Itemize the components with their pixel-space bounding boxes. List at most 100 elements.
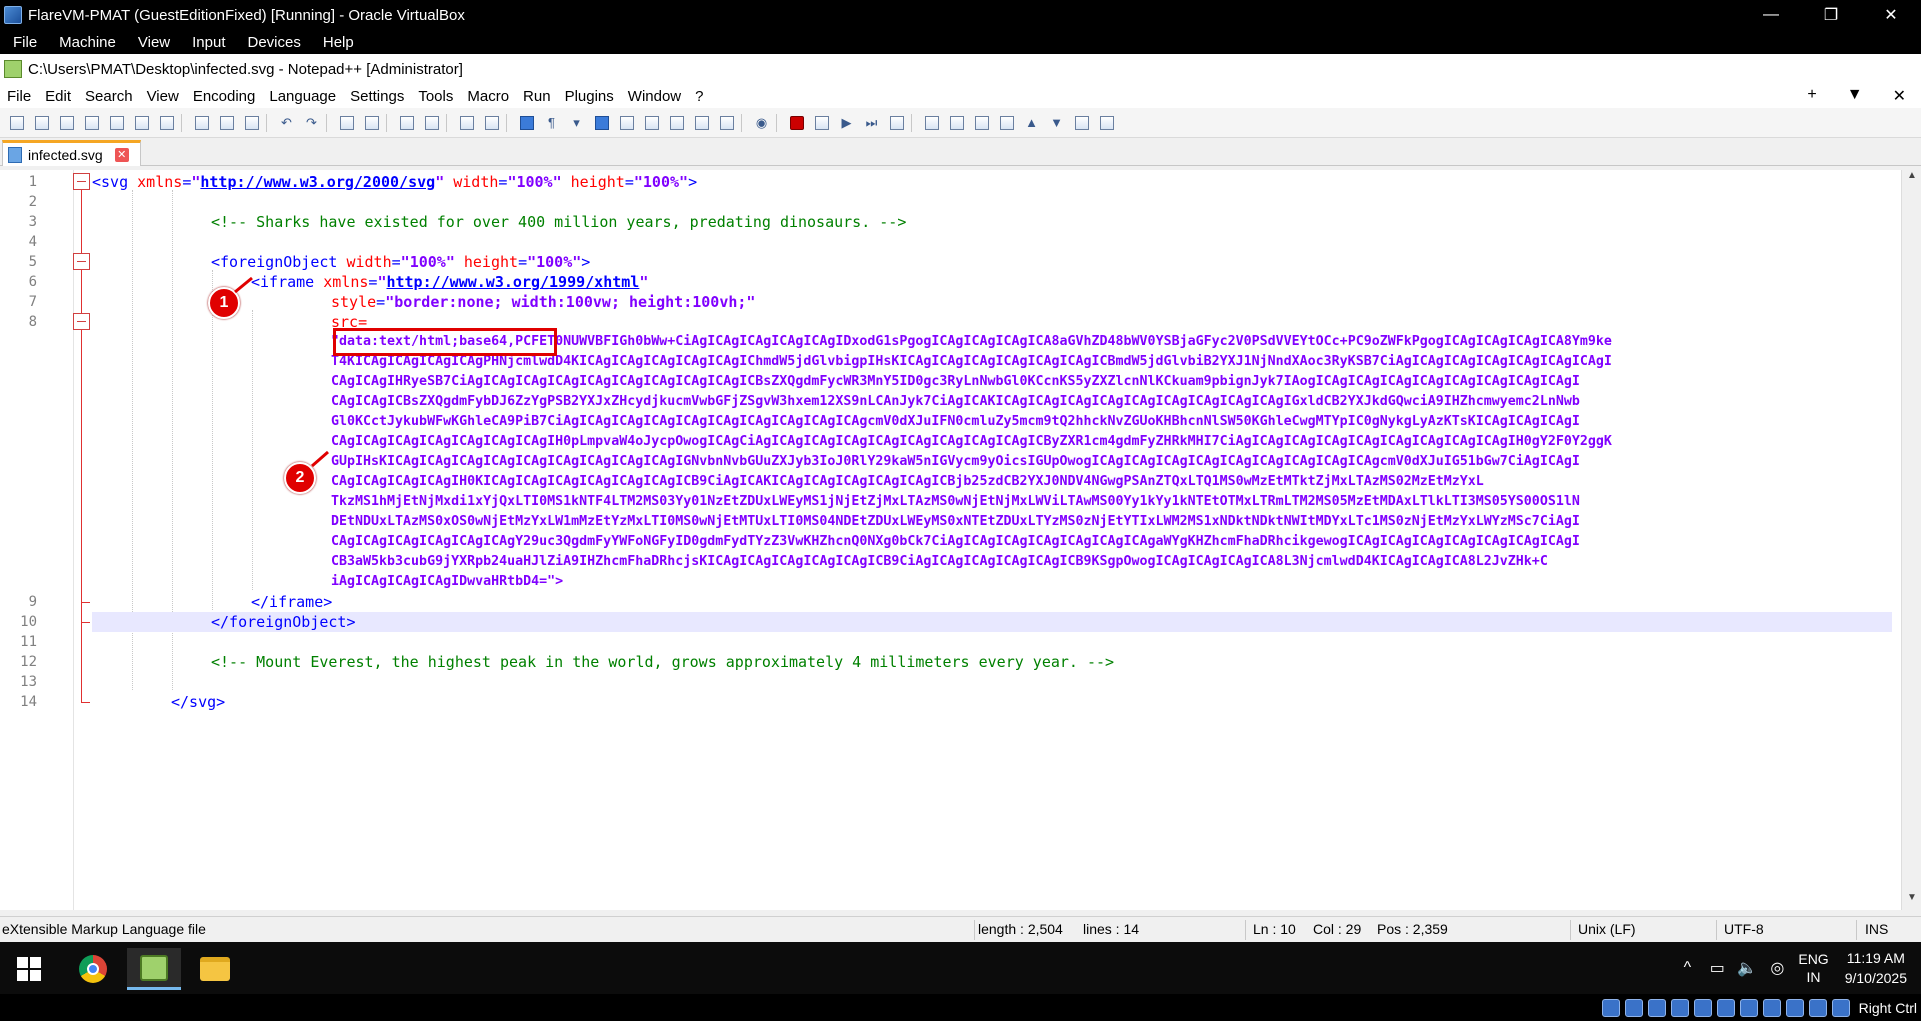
restore-icon[interactable]: ❐ [1801,0,1861,30]
arrow-down-icon[interactable]: ▼ [1046,113,1067,133]
tab-close-icon[interactable]: ✕ [114,147,129,162]
zoom-in-icon[interactable] [396,113,417,133]
arrow-up-icon[interactable]: ▲ [1021,113,1042,133]
play-macro-icon[interactable]: ▶ [836,113,857,133]
code-editor[interactable]: 1 2 3 4 5 6 7 8 9 10 11 12 13 14 <svg xm… [0,170,1921,910]
keyboard-icon[interactable] [1831,998,1850,1017]
clock[interactable]: 11:19 AM 9/10/2025 [1845,948,1907,988]
copy-icon[interactable] [216,113,237,133]
record-macro-icon[interactable] [786,113,807,133]
npp-menu-tools[interactable]: Tools [411,88,460,105]
stop-macro-icon[interactable] [811,113,832,133]
chrome-taskbar-button[interactable] [66,948,120,990]
plugin-5-icon[interactable] [1071,113,1092,133]
show-all-chars-icon[interactable]: ¶ [541,113,562,133]
mouse-integration-icon[interactable] [1808,998,1827,1017]
save-icon[interactable] [56,113,77,133]
redo-icon[interactable]: ↷ [301,113,322,133]
npp-menu-settings[interactable]: Settings [343,88,411,105]
replace-icon[interactable] [361,113,382,133]
indent-guide-icon[interactable] [591,113,612,133]
doc-map-icon[interactable] [641,113,662,133]
zoom-out-icon[interactable] [421,113,442,133]
npp-menu-search[interactable]: Search [78,88,140,105]
cut-icon[interactable] [191,113,212,133]
vbox-menu-machine[interactable]: Machine [46,34,125,51]
sync-horizontal-icon[interactable] [481,113,502,133]
vbox-menu-view[interactable]: View [125,34,179,51]
doc-list-icon[interactable] [666,113,687,133]
open-file-icon[interactable] [31,113,52,133]
word-wrap-icon[interactable] [516,113,537,133]
vbox-menu-input[interactable]: Input [179,34,234,51]
saved-file-icon [8,146,22,163]
function-list-icon[interactable] [691,113,712,133]
vbox-menu-devices[interactable]: Devices [235,34,310,51]
save-all-icon[interactable] [81,113,102,133]
explorer-taskbar-button[interactable] [188,948,242,990]
npp-menu-window[interactable]: Window [621,88,688,105]
close-file-icon[interactable] [106,113,127,133]
start-button[interactable] [2,948,56,990]
npp-menu-file[interactable]: File [0,88,38,105]
minimize-icon[interactable]: — [1741,0,1801,30]
npp-menu-encoding[interactable]: Encoding [186,88,263,105]
vbox-menu-help[interactable]: Help [310,34,363,51]
plugin-4-icon[interactable] [996,113,1017,133]
scroll-down-icon[interactable]: ▼ [1902,892,1921,910]
audio-icon[interactable] [1647,998,1666,1017]
input-language[interactable]: ENG IN [1798,950,1828,986]
plugin-1-icon[interactable] [921,113,942,133]
display-icon[interactable] [1739,998,1758,1017]
close-icon[interactable]: ✕ [1861,0,1921,30]
npp-menu-macro[interactable]: Macro [460,88,516,105]
chevron-up-icon[interactable]: ^ [1675,959,1699,977]
close-doc-icon[interactable]: ✕ [1886,86,1913,106]
status-encoding[interactable]: UTF-8 [1724,921,1764,937]
cpu-icon[interactable] [1785,998,1804,1017]
run-macro-multiple-icon[interactable]: ⏭ [861,113,882,133]
notepadpp-taskbar-button[interactable] [127,948,181,990]
save-macro-icon[interactable] [886,113,907,133]
npp-menu-help[interactable]: ? [688,88,710,105]
paste-icon[interactable] [241,113,262,133]
status-lines: lines : 14 [1083,921,1140,937]
sync-vertical-icon[interactable] [456,113,477,133]
new-file-icon[interactable] [6,113,27,133]
vertical-scrollbar[interactable]: ▲ ▼ [1901,170,1921,910]
chevron-down-icon[interactable]: ▾ [566,113,587,133]
npp-menu-edit[interactable]: Edit [38,88,78,105]
tab-list-icon[interactable]: ▼ [1840,86,1870,106]
plugin-6-icon[interactable] [1096,113,1117,133]
find-icon[interactable] [336,113,357,133]
vbox-menu-file[interactable]: File [0,34,46,51]
npp-menu-run[interactable]: Run [516,88,558,105]
folder-workspace-icon[interactable] [716,113,737,133]
battery-icon[interactable]: ▭ [1705,958,1729,978]
notepadpp-icon [4,60,22,78]
print-icon[interactable] [156,113,177,133]
scroll-up-icon[interactable]: ▲ [1902,170,1921,188]
hdd-icon[interactable] [1601,998,1620,1017]
network-globe-icon[interactable]: ◎ [1765,958,1789,978]
usb-icon[interactable] [1693,998,1712,1017]
status-eol[interactable]: Unix (LF) [1578,921,1636,937]
shared-folders-icon[interactable] [1716,998,1735,1017]
undo-icon[interactable]: ↶ [276,113,297,133]
volume-icon[interactable]: 🔈 [1735,958,1759,978]
recording-icon[interactable] [1762,998,1781,1017]
status-insert-mode[interactable]: INS [1865,921,1888,937]
npp-menu-language[interactable]: Language [262,88,343,105]
vbox-menubar: File Machine View Input Devices Help [0,30,1921,54]
network-icon[interactable] [1670,998,1689,1017]
close-all-icon[interactable] [131,113,152,133]
optical-drive-icon[interactable] [1624,998,1643,1017]
plugin-2-icon[interactable] [946,113,967,133]
tab-infected-svg[interactable]: infected.svg ✕ [2,140,141,166]
plugin-3-icon[interactable] [971,113,992,133]
new-tab-icon[interactable]: + [1800,86,1823,106]
npp-menu-view[interactable]: View [140,88,186,105]
monitoring-icon[interactable]: ◉ [751,113,772,133]
npp-menu-plugins[interactable]: Plugins [558,88,621,105]
udl-icon[interactable] [616,113,637,133]
